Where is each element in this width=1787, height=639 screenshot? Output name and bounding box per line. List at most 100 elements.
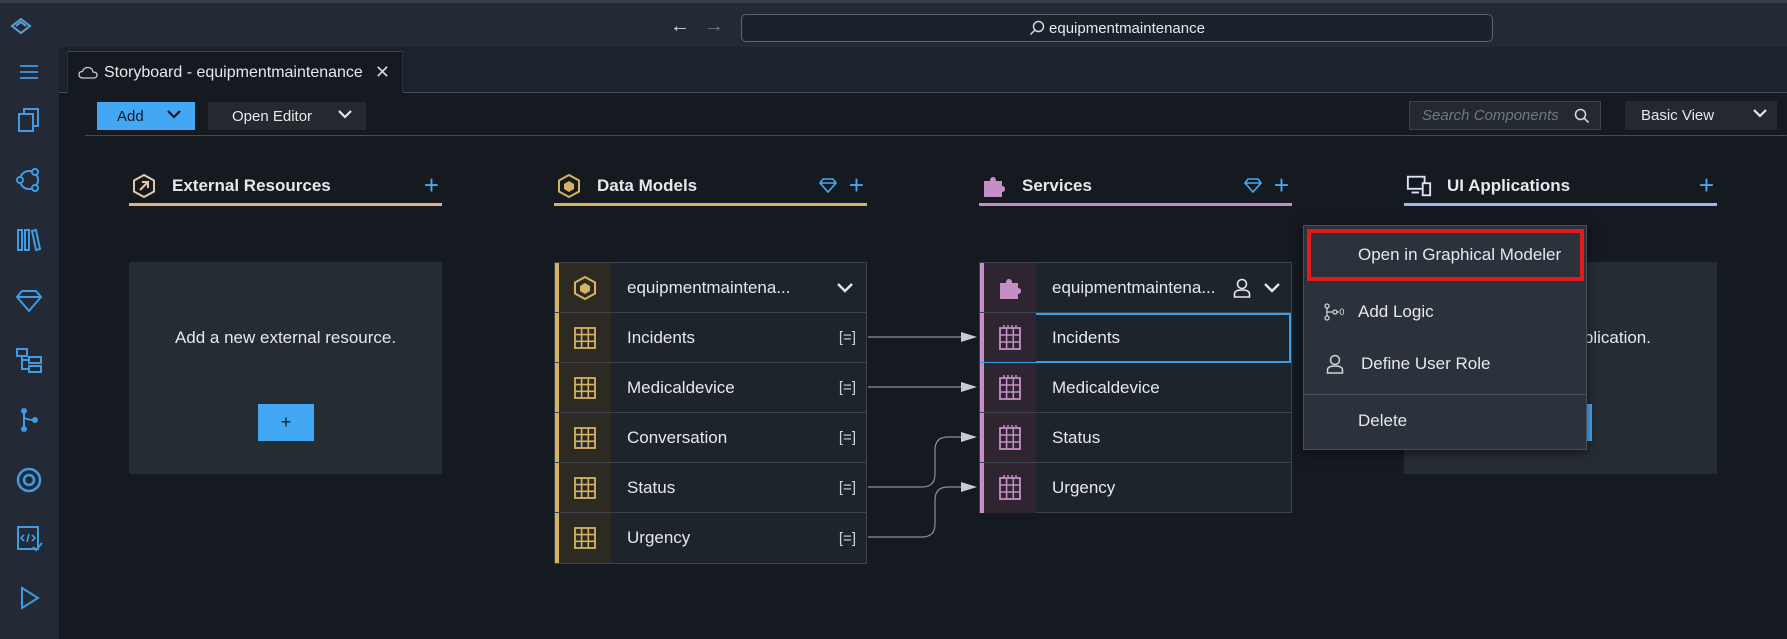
add-data-model-icon[interactable]: +	[849, 170, 864, 201]
service-puzzle-icon	[1000, 278, 1021, 299]
chevron-down-icon[interactable]	[834, 277, 856, 299]
user-icon[interactable]	[1233, 278, 1251, 298]
data-model-icon	[558, 173, 580, 199]
tab-storyboard[interactable]: Storyboard - equipmentmaintenance ✕	[67, 51, 403, 93]
gem-icon[interactable]	[819, 177, 837, 193]
hierarchy-icon[interactable]	[14, 345, 44, 375]
forward-arrow-icon[interactable]: →	[704, 16, 724, 36]
service-table-icon	[999, 424, 1021, 450]
explorer-files-icon[interactable]	[14, 105, 44, 135]
entity-label: Status	[1052, 427, 1101, 447]
highlight-box	[1307, 229, 1584, 281]
gem-icon[interactable]	[1244, 177, 1262, 193]
ui-applications-underline	[1404, 203, 1717, 206]
entity-details-icon[interactable]: [=]	[839, 479, 856, 496]
data-model-name: equipmentmaintena...	[627, 277, 791, 297]
search-icon	[1029, 20, 1045, 36]
view-mode-label: Basic View	[1641, 107, 1715, 124]
entity-details-icon[interactable]: [=]	[839, 379, 856, 396]
list-item[interactable]: Status [=]	[555, 463, 866, 513]
storyboard-toolbar: Add Open Editor Search Components Basic …	[85, 96, 1787, 136]
add-external-resource-button[interactable]: +	[258, 404, 314, 441]
code-check-icon[interactable]	[14, 523, 44, 553]
ui-applications-title: UI Applications	[1447, 176, 1571, 195]
services-underline	[979, 203, 1292, 206]
service-table-icon	[999, 475, 1021, 500]
add-button[interactable]: Add	[97, 102, 195, 130]
integration-icon[interactable]	[14, 465, 44, 495]
service-header-row[interactable]: equipmentmaintena...	[980, 263, 1291, 313]
menu-item-add-logic[interactable]: 0 Add Logic	[1304, 286, 1586, 338]
list-item[interactable]: Conversation [=]	[555, 413, 866, 463]
menu-item-label: Add Logic	[1358, 302, 1434, 321]
library-icon[interactable]	[14, 225, 44, 255]
entity-details-icon[interactable]: [=]	[839, 329, 856, 346]
entity-label: Urgency	[1052, 478, 1116, 497]
external-resources-empty-card: Add a new external resource. +	[129, 262, 442, 474]
service-name: equipmentmaintena...	[1052, 277, 1216, 297]
close-icon[interactable]: ✕	[375, 62, 390, 83]
entity-details-icon[interactable]: [=]	[839, 429, 856, 446]
user-icon	[1326, 354, 1344, 374]
list-item[interactable]: Medicaldevice [=]	[555, 363, 866, 413]
gem-icon[interactable]	[14, 285, 44, 315]
data-model-icon	[574, 275, 596, 300]
logic-icon: 0	[1324, 303, 1344, 321]
add-external-resource-icon[interactable]: +	[424, 170, 439, 201]
list-item[interactable]: Urgency [=]	[555, 513, 866, 563]
list-item[interactable]: Status	[980, 413, 1291, 463]
list-item[interactable]: Incidents [=]	[555, 313, 866, 363]
context-menu: Open in Graphical Modeler 0 Add Logic De…	[1303, 225, 1587, 450]
external-resources-header: External Resources +	[129, 166, 442, 206]
devices-icon	[1406, 175, 1432, 197]
process-flow-icon[interactable]	[14, 405, 44, 435]
services-header: Services +	[979, 166, 1292, 206]
service-card: equipmentmaintena... Incidents Medicalde…	[979, 262, 1292, 513]
external-resources-title: External Resources	[172, 176, 331, 195]
menu-item-define-user-role[interactable]: Define User Role	[1304, 338, 1586, 390]
search-icon	[1574, 108, 1590, 124]
entity-label: Urgency	[627, 528, 691, 547]
network-icon[interactable]	[14, 165, 44, 195]
external-resources-empty-message: Add a new external resource.	[174, 328, 397, 347]
editor-tab-strip: Storyboard - equipmentmaintenance ✕	[59, 47, 1787, 93]
entity-label: Incidents	[627, 327, 696, 347]
table-icon	[574, 376, 596, 399]
data-model-header-row[interactable]: equipmentmaintena...	[555, 263, 866, 313]
open-editor-button[interactable]: Open Editor	[208, 102, 366, 130]
entity-label: Status	[627, 477, 676, 497]
entity-label: Incidents	[1052, 327, 1121, 347]
menu-icon[interactable]	[14, 57, 44, 87]
menu-item-delete[interactable]: Delete	[1304, 395, 1586, 447]
run-icon[interactable]	[14, 583, 44, 613]
cloud-icon	[78, 66, 98, 79]
view-mode-select[interactable]: Basic View	[1625, 101, 1777, 130]
chevron-down-icon[interactable]	[1261, 277, 1283, 299]
table-icon	[574, 426, 596, 449]
command-search-bar[interactable]: equipmentmaintenance	[741, 14, 1493, 42]
entity-label: Conversation	[627, 427, 728, 447]
command-search-text: equipmentmaintenance	[1049, 19, 1205, 37]
list-item[interactable]: Medicaldevice	[980, 363, 1291, 413]
service-table-icon	[999, 374, 1021, 400]
services-title: Services	[1022, 176, 1092, 195]
add-service-icon[interactable]: +	[1274, 170, 1289, 201]
title-bar: ← → equipmentmaintenance	[0, 0, 1787, 47]
data-models-underline	[554, 203, 867, 206]
service-table-icon	[999, 324, 1021, 350]
external-resource-icon	[133, 173, 155, 199]
search-components-input[interactable]: Search Components	[1409, 101, 1601, 130]
tab-label: Storyboard - equipmentmaintenance	[104, 63, 363, 81]
add-ui-application-icon[interactable]: +	[1699, 170, 1714, 201]
activity-bar	[0, 47, 59, 639]
entity-label: Medicaldevice	[627, 377, 735, 397]
external-resources-underline	[129, 203, 442, 206]
chevron-down-icon	[1753, 109, 1767, 118]
back-arrow-icon[interactable]: ←	[670, 16, 690, 36]
chevron-down-icon	[167, 110, 181, 119]
service-puzzle-icon	[984, 177, 1005, 197]
list-item[interactable]: Incidents	[980, 313, 1291, 363]
list-item[interactable]: Urgency	[980, 463, 1291, 513]
entity-details-icon[interactable]: [=]	[839, 530, 856, 547]
table-icon	[574, 527, 596, 549]
